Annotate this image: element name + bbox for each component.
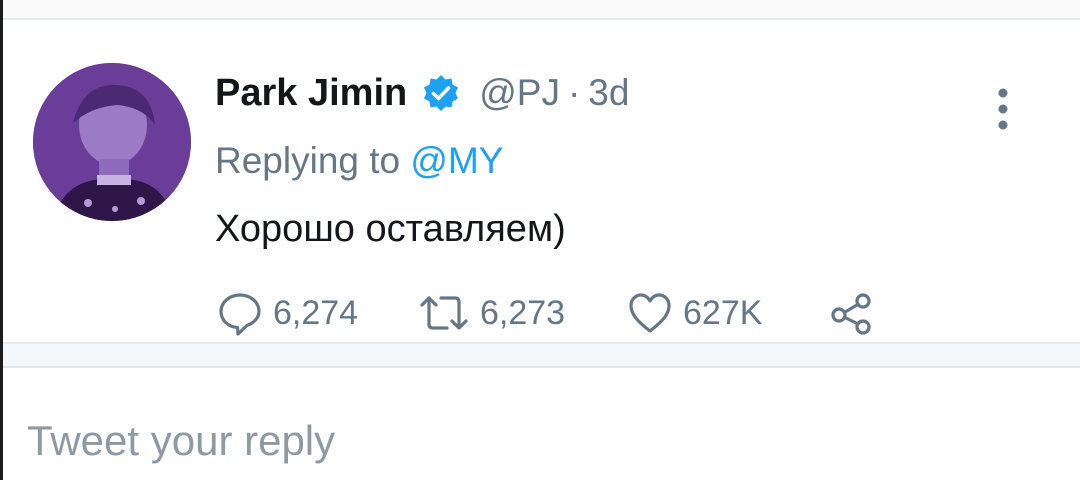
tweet-detail-screen: Park Jimin @PJ · 3d Replying to @MY Хоро… <box>0 0 1080 480</box>
tweet-text: Хорошо оставляем) <box>215 208 566 250</box>
reply-input[interactable] <box>27 414 927 468</box>
reply-count: 6,274 <box>273 293 359 332</box>
tweet-time[interactable]: 3d <box>588 72 629 114</box>
like-count: 627K <box>683 293 763 332</box>
share-button[interactable] <box>829 288 875 338</box>
share-icon <box>831 293 871 335</box>
tweet-header: Park Jimin @PJ · 3d <box>215 70 629 116</box>
display-name[interactable]: Park Jimin <box>215 72 407 115</box>
heart-icon <box>629 293 671 333</box>
retweet-count: 6,273 <box>480 293 566 332</box>
like-button[interactable]: 627K <box>627 288 762 338</box>
tweet-card[interactable]: Park Jimin @PJ · 3d Replying to @MY Хоро… <box>3 20 1080 342</box>
avatar-photo <box>33 63 191 221</box>
retweet-button[interactable]: 6,273 <box>418 288 565 338</box>
user-handle[interactable]: @PJ <box>479 72 560 114</box>
reply-button[interactable]: 6,274 <box>217 288 358 338</box>
replying-to: Replying to @MY <box>215 140 503 182</box>
section-gap <box>3 344 1080 366</box>
verified-badge-icon <box>421 73 461 113</box>
tweet-actions: 6,274 6,273 627K <box>215 288 895 338</box>
vertical-ellipsis-icon[interactable] <box>993 88 1013 130</box>
separator-dot: · <box>567 72 581 113</box>
reply-composer[interactable] <box>3 366 1080 480</box>
comment-icon <box>219 293 261 336</box>
replying-to-mention[interactable]: @MY <box>410 140 503 181</box>
retweet-icon <box>420 296 468 330</box>
avatar[interactable] <box>33 63 191 221</box>
replying-prefix: Replying to <box>215 140 401 181</box>
